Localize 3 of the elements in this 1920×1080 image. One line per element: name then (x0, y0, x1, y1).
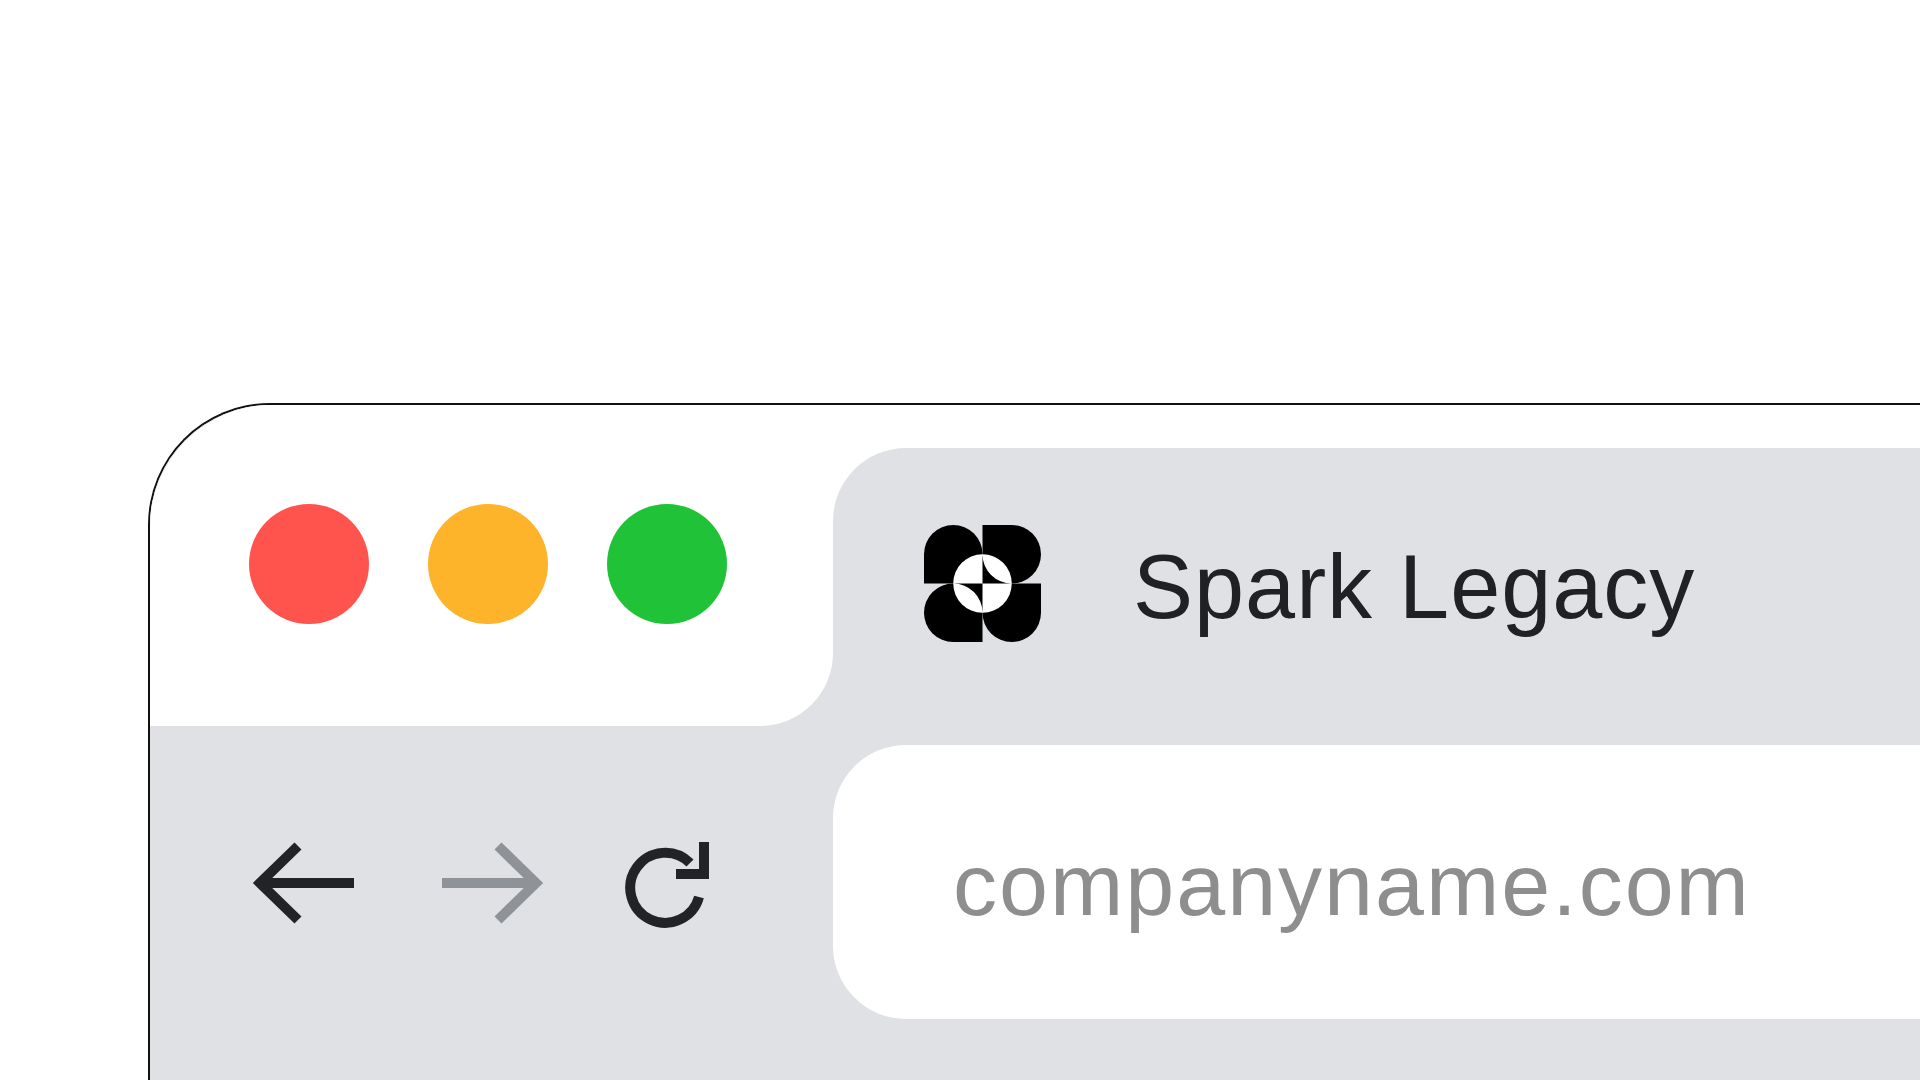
browser-tab[interactable]: Spark Legacy (833, 448, 1920, 726)
logo-icon (924, 525, 1041, 642)
tab-title: Spark Legacy (1133, 535, 1696, 639)
